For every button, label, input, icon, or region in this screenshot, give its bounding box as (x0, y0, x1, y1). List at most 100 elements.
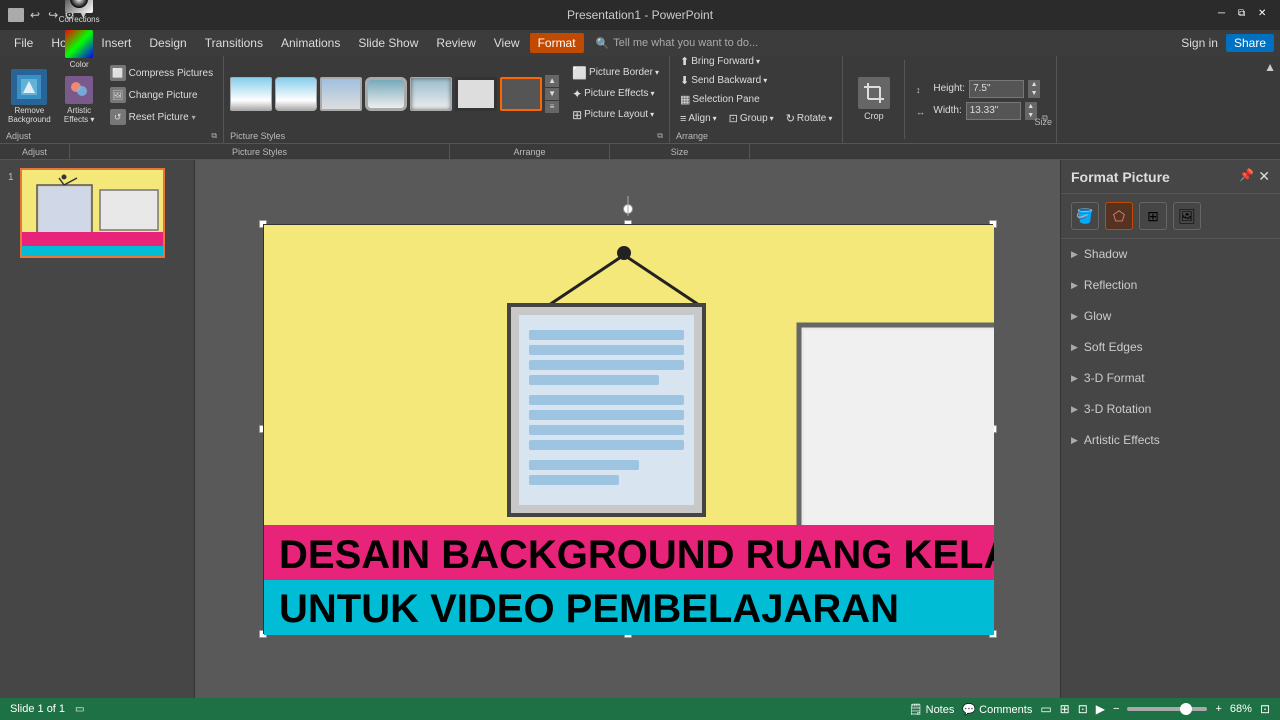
menu-slideshow[interactable]: Slide Show (350, 33, 426, 53)
height-icon: ↕ (915, 82, 929, 96)
ribbon-adjust-group: RemoveBackground Corrections Color (0, 56, 224, 143)
sign-in-btn[interactable]: Sign in (1181, 36, 1218, 50)
sign-in-area: Sign in Share (1181, 34, 1274, 52)
rotate-dropdown[interactable]: ▾ (828, 114, 832, 123)
crop-btn[interactable]: Crop (851, 75, 896, 124)
remove-background-btn[interactable]: RemoveBackground (6, 67, 53, 127)
reset-dropdown[interactable]: ▾ (192, 113, 196, 122)
layout-tab[interactable]: ⊞ (1139, 202, 1167, 230)
zoom-thumb (1180, 703, 1192, 715)
picture-effects-btn[interactable]: ✦ Picture Effects ▾ (568, 85, 663, 103)
ribbon: RemoveBackground Corrections Color (0, 56, 1280, 144)
bf-dropdown[interactable]: ▾ (756, 57, 760, 66)
share-btn[interactable]: Share (1226, 34, 1274, 52)
reset-label: Reset Picture (129, 112, 189, 123)
corrections-btn[interactable]: Corrections (57, 0, 102, 26)
adjust-expand[interactable]: ⧉ (211, 131, 217, 141)
style-thumb-6[interactable] (455, 77, 497, 111)
align-dropdown[interactable]: ▾ (713, 114, 717, 123)
format-panel-pin[interactable]: 📌 (1239, 168, 1254, 185)
menu-view[interactable]: View (486, 33, 528, 53)
effects-dropdown[interactable]: ▾ (650, 89, 654, 98)
zoom-minus-btn[interactable]: − (1113, 703, 1119, 715)
group-dropdown[interactable]: ▾ (770, 114, 774, 123)
soft-edges-section[interactable]: ▶ Soft Edges (1061, 332, 1280, 363)
slide-canvas[interactable]: DESAIN BACKGROUND RUANG KELAS UNTUK VIDE… (263, 224, 993, 634)
notes-btn[interactable]: 🗒 Notes (909, 703, 955, 716)
zoom-level[interactable]: 68% (1230, 703, 1252, 715)
reset-picture-btn[interactable]: ↺ Reset Picture ▾ (106, 107, 217, 127)
glow-section[interactable]: ▶ Glow (1061, 301, 1280, 332)
restore-btn[interactable]: ⧉ (1238, 8, 1252, 22)
menu-review[interactable]: Review (428, 33, 483, 53)
format-panel-close-btn[interactable]: ✕ (1258, 168, 1270, 185)
style-thumb-2[interactable] (275, 77, 317, 111)
compress-pictures-btn[interactable]: ⬜ Compress Pictures (106, 63, 217, 83)
height-down[interactable]: ▼ (1028, 89, 1040, 98)
width-up[interactable]: ▲ (1025, 102, 1037, 111)
height-input[interactable] (969, 80, 1024, 98)
glow-label: Glow (1084, 309, 1111, 323)
format-picture-panel: Format Picture 📌 ✕ 🪣 ⬠ ⊞ 🖼 ▶ Shadow ▶ Re… (1060, 160, 1280, 698)
group-icon: ⊡ (729, 112, 738, 125)
width-input[interactable] (966, 102, 1021, 120)
send-backward-btn[interactable]: ⬇ Send Backward ▾ (676, 72, 771, 89)
view-reading-btn[interactable]: ⊡ (1078, 702, 1088, 716)
border-dropdown[interactable]: ▾ (655, 68, 659, 77)
artistic-effects-btn[interactable]: ArtisticEffects ▾ (57, 74, 102, 127)
layout-dropdown[interactable]: ▾ (650, 110, 654, 119)
bring-forward-icon: ⬆ (680, 55, 689, 68)
gallery-more-btn[interactable]: ≡ (545, 101, 559, 113)
minimize-btn[interactable]: ─ (1218, 8, 1232, 22)
reflection-section[interactable]: ▶ Reflection (1061, 270, 1280, 301)
picture-layout-btn[interactable]: ⊞ Picture Layout ▾ (568, 106, 663, 124)
style-thumb-1[interactable] (230, 77, 272, 111)
view-normal-icon[interactable]: ▭ (75, 704, 84, 715)
reflection-expand: ▶ (1071, 280, 1078, 291)
zoom-plus-btn[interactable]: + (1215, 703, 1221, 715)
3d-format-label: 3-D Format (1084, 371, 1145, 385)
style-thumb-7[interactable] (500, 77, 542, 111)
tell-me-text: Tell me what you want to do... (613, 37, 758, 49)
picture-border-btn[interactable]: ⬜ Picture Border ▾ (568, 64, 663, 82)
view-slideshow-btn[interactable]: ▶ (1096, 702, 1105, 716)
menu-animations[interactable]: Animations (273, 33, 348, 53)
align-btn[interactable]: ≡ Align ▾ (676, 110, 721, 127)
view-normal-btn[interactable]: ▭ (1040, 702, 1051, 716)
3d-rotation-section[interactable]: ▶ 3-D Rotation (1061, 394, 1280, 425)
comments-btn[interactable]: 💬 Comments (962, 703, 1032, 716)
height-up[interactable]: ▲ (1028, 80, 1040, 89)
height-spinner[interactable]: ▲ ▼ (1028, 80, 1040, 98)
tell-me-area[interactable]: 🔍 Tell me what you want to do... (596, 37, 759, 50)
view-slide-btn[interactable]: ⊞ (1060, 702, 1070, 716)
sb-dropdown[interactable]: ▾ (763, 76, 767, 85)
color-btn[interactable]: Color (57, 28, 102, 72)
format-panel-icons: 🪣 ⬠ ⊞ 🖼 (1061, 194, 1280, 239)
shadow-section[interactable]: ▶ Shadow (1061, 239, 1280, 270)
fit-slide-btn[interactable]: ⊡ (1260, 702, 1270, 716)
size-label: Size (1034, 117, 1052, 127)
bring-forward-btn[interactable]: ⬆ Bring Forward ▾ (676, 53, 764, 70)
artistic-effects-panel-expand: ▶ (1071, 435, 1078, 446)
style-thumb-5[interactable] (410, 77, 452, 111)
effects-tab[interactable]: ⬠ (1105, 202, 1133, 230)
selection-pane-icon: ▦ (680, 93, 690, 106)
selection-pane-btn[interactable]: ▦ Selection Pane (676, 91, 764, 108)
gallery-up-btn[interactable]: ▲ (545, 75, 559, 87)
artistic-effects-section[interactable]: ▶ Artistic Effects (1061, 425, 1280, 456)
gallery-down-btn[interactable]: ▼ (545, 88, 559, 100)
fill-effects-tab[interactable]: 🪣 (1071, 202, 1099, 230)
rotate-btn[interactable]: ↻ Rotate ▾ (782, 110, 837, 127)
group-btn[interactable]: ⊡ Group ▾ (725, 110, 778, 127)
picture-styles-expand[interactable]: ⧉ (657, 131, 663, 141)
style-thumb-4[interactable] (365, 77, 407, 111)
ribbon-collapse-btn[interactable]: ▲ (1260, 56, 1280, 143)
zoom-slider[interactable] (1127, 707, 1207, 711)
change-picture-btn[interactable]: 🖼 Change Picture (106, 85, 217, 105)
close-btn[interactable]: ✕ (1258, 8, 1272, 22)
slide-thumbnail[interactable] (20, 168, 165, 258)
3d-format-section[interactable]: ▶ 3-D Format (1061, 363, 1280, 394)
style-thumb-3[interactable] (320, 77, 362, 111)
image-tab[interactable]: 🖼 (1173, 202, 1201, 230)
menu-format[interactable]: Format (530, 33, 584, 53)
